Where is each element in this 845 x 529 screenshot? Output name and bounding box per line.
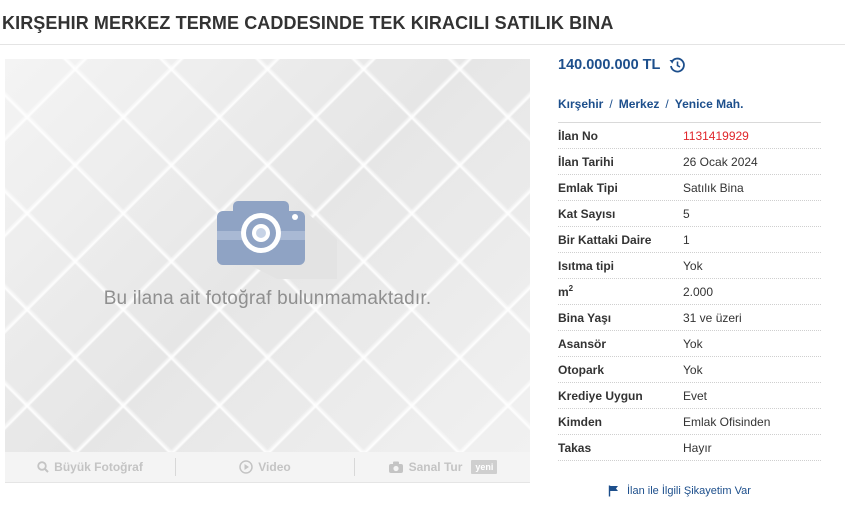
detail-value: Satılık Bina (683, 180, 744, 195)
detail-key: Takas (558, 440, 592, 455)
detail-value: Yok (683, 258, 703, 273)
detail-value: Emlak Ofisinden (683, 414, 771, 429)
detail-row-krediye-uygun: Krediye Uygun Evet (558, 383, 821, 409)
no-photo-message: Bu ilana ait fotoğraf bulunmamaktadır. (103, 288, 432, 309)
detail-row-ilan-tarihi: İlan Tarihi 26 Ocak 2024 (558, 149, 821, 175)
price: 140.000.000 TL (558, 57, 661, 73)
detail-value: 1131419929 (683, 128, 749, 143)
detail-row-kimden: Kimden Emlak Ofisinden (558, 409, 821, 435)
detail-value: Hayır (683, 440, 712, 455)
virtual-tour-button[interactable]: Sanal Tur yeni (355, 457, 530, 477)
listing-details-table: İlan No 1131419929 İlan Tarihi 26 Ocak 2… (558, 122, 821, 461)
big-photo-label: Büyük Fotoğraf (54, 460, 143, 474)
title-bar: KIRŞEHIR MERKEZ TERME CADDESINDE TEK KIR… (0, 0, 845, 45)
detail-value: Yok (683, 336, 703, 351)
breadcrumb-city[interactable]: Kırşehir (558, 97, 603, 111)
history-icon[interactable] (668, 56, 686, 74)
location-breadcrumb: Kırşehir / Merkez / Yenice Mah. (558, 97, 743, 111)
detail-value: 5 (683, 206, 690, 221)
magnifier-icon (37, 461, 49, 473)
detail-value: Yok (683, 362, 703, 377)
detail-key: Kimden (558, 414, 603, 429)
detail-value: 31 ve üzeri (683, 310, 742, 325)
detail-row-ilan-no: İlan No 1131419929 (558, 123, 821, 149)
detail-key: Emlak Tipi (558, 180, 618, 195)
detail-row-otopark: Otopark Yok (558, 357, 821, 383)
detail-key: Krediye Uygun (558, 388, 643, 403)
play-icon (239, 460, 254, 474)
detail-row-kat-sayisi: Kat Sayısı 5 (558, 201, 821, 227)
new-badge: yeni (471, 460, 498, 474)
detail-row-m2: m2 2.000 (558, 279, 821, 305)
detail-row-isitma-tipi: Isıtma tipi Yok (558, 253, 821, 279)
detail-value: 1 (683, 232, 690, 247)
detail-key-text: m (558, 285, 569, 299)
breadcrumb-neighborhood[interactable]: Yenice Mah. (675, 97, 744, 111)
big-photo-button[interactable]: Büyük Fotoğraf (5, 457, 175, 477)
price-row: 140.000.000 TL (558, 56, 686, 74)
report-listing-label: İlan ile İlgili Şikayetim Var (627, 485, 751, 497)
detail-key: İlan No (558, 128, 599, 143)
detail-value: 26 Ocak 2024 (683, 154, 758, 169)
detail-key: Bir Kattaki Daire (558, 232, 652, 247)
detail-key: Otopark (558, 362, 605, 377)
detail-key: Isıtma tipi (558, 258, 615, 273)
tour-camera-icon (388, 461, 403, 473)
camera-icon (217, 201, 337, 279)
detail-key: İlan Tarihi (558, 154, 614, 169)
detail-row-bir-kattaki-daire: Bir Kattaki Daire 1 (558, 227, 821, 253)
photo-toolbar: Büyük Fotoğraf Video Sanal Tur yeni (5, 452, 530, 483)
detail-value: Evet (683, 388, 708, 403)
detail-key: Bina Yaşı (558, 310, 612, 325)
breadcrumb-separator: / (609, 97, 613, 111)
detail-row-emlak-tipi: Emlak Tipi Satılık Bina (558, 175, 821, 201)
video-button[interactable]: Video (176, 457, 354, 477)
detail-row-asansor: Asansör Yok (558, 331, 821, 357)
breadcrumb-district[interactable]: Merkez (619, 97, 660, 111)
report-listing-link[interactable]: İlan ile İlgili Şikayetim Var (608, 485, 751, 497)
video-label: Video (258, 460, 291, 474)
detail-row-bina-yasi: Bina Yaşı 31 ve üzeri (558, 305, 821, 331)
detail-key: Kat Sayısı (558, 206, 616, 221)
page-title: KIRŞEHIR MERKEZ TERME CADDESINDE TEK KIR… (2, 13, 614, 33)
detail-row-takas: Takas Hayır (558, 435, 821, 461)
breadcrumb-separator: / (665, 97, 669, 111)
detail-key: Asansör (558, 336, 607, 351)
virtual-tour-label: Sanal Tur (408, 460, 463, 474)
detail-key: m2 (558, 284, 683, 299)
photo-placeholder: Bu ilana ait fotoğraf bulunmamaktadır. (5, 59, 530, 452)
flag-icon (608, 485, 618, 497)
detail-value: 2.000 (683, 284, 714, 299)
detail-key-superscript: 2 (568, 284, 574, 293)
